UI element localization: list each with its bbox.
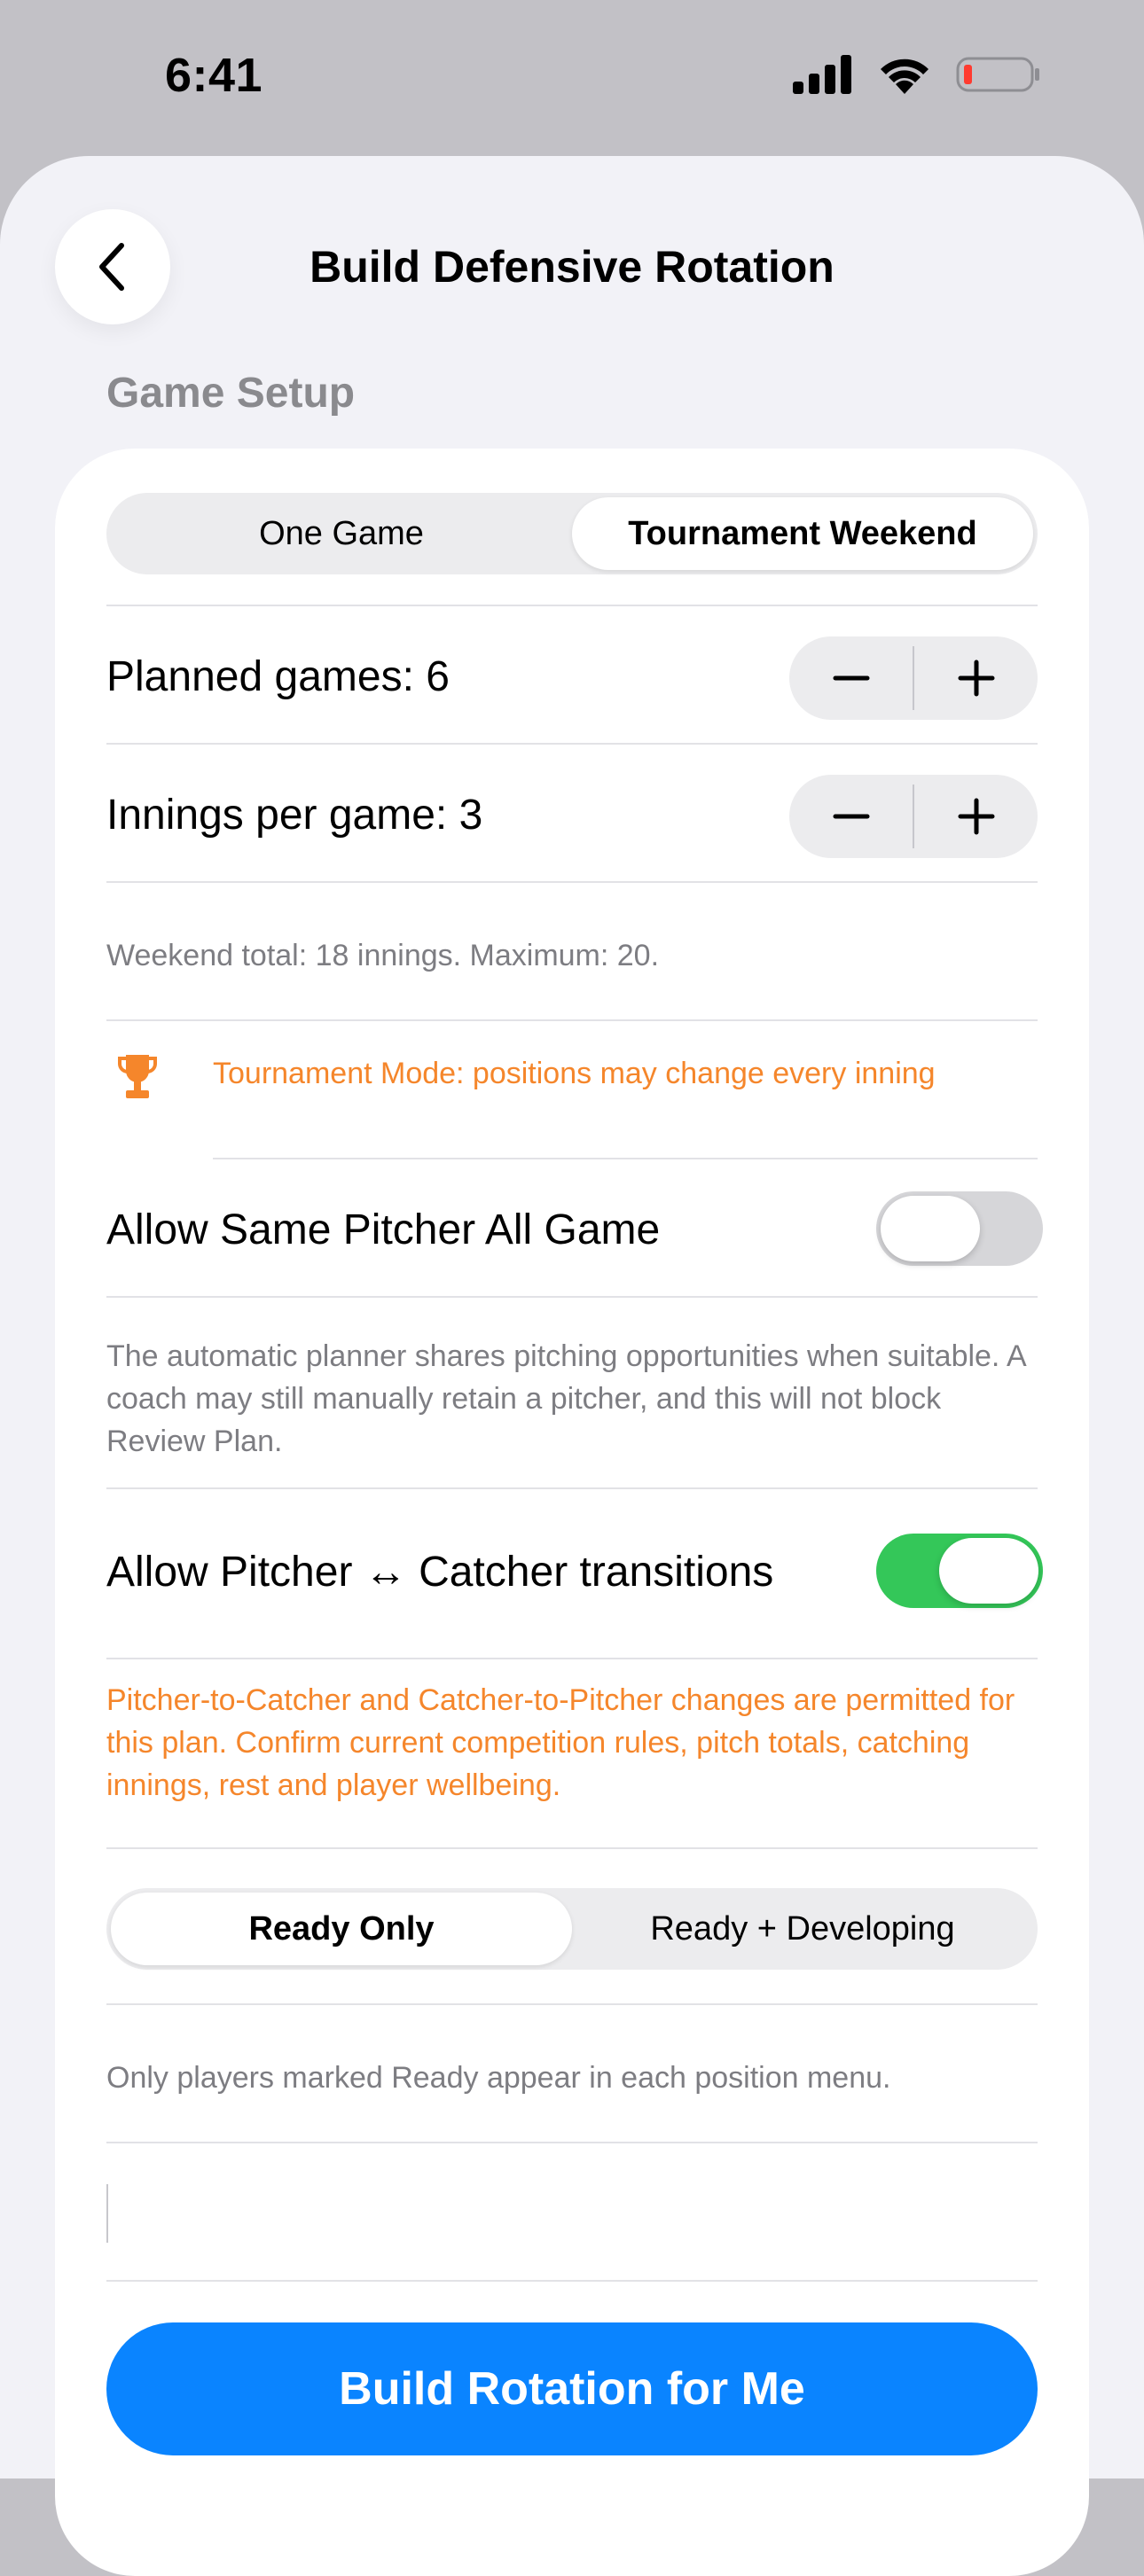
divider bbox=[106, 881, 1038, 883]
weekend-total-footnote: Weekend total: 18 innings. Maximum: 20. bbox=[106, 939, 660, 972]
divider bbox=[106, 605, 1038, 606]
pitcher-catcher-toggle[interactable] bbox=[876, 1534, 1043, 1608]
plus-icon bbox=[958, 660, 994, 697]
section-header-game-setup: Game Setup bbox=[106, 370, 356, 417]
divider bbox=[213, 1158, 1038, 1159]
planned-games-increment-button[interactable] bbox=[914, 636, 1038, 720]
divider bbox=[106, 1658, 1038, 1659]
toggle-knob bbox=[939, 1538, 1038, 1604]
innings-increment-button[interactable] bbox=[914, 775, 1038, 858]
plus-icon bbox=[958, 798, 994, 835]
status-bar: 6:41 bbox=[0, 0, 1144, 156]
battery-low-icon bbox=[956, 57, 1039, 92]
divider bbox=[106, 743, 1038, 745]
segment-ready-only[interactable]: Ready Only bbox=[111, 1893, 572, 1965]
build-rotation-button[interactable]: Build Rotation for Me bbox=[106, 2322, 1038, 2455]
planned-games-decrement-button[interactable] bbox=[789, 636, 913, 720]
trophy-icon bbox=[118, 1055, 157, 1098]
divider bbox=[106, 1296, 1038, 1298]
segment-one-game[interactable]: One Game bbox=[111, 497, 572, 570]
divider bbox=[106, 2003, 1038, 2005]
pitcher-catcher-footnote: Pitcher-to-Catcher and Catcher-to-Pitche… bbox=[106, 1683, 1015, 1802]
divider bbox=[106, 1019, 1038, 1021]
toggle-knob bbox=[881, 1196, 980, 1261]
segment-tournament-weekend[interactable]: Tournament Weekend bbox=[572, 497, 1033, 570]
same-pitcher-footnote: The automatic planner shares pitching op… bbox=[106, 1339, 1025, 1458]
same-pitcher-toggle[interactable] bbox=[876, 1191, 1043, 1266]
divider bbox=[106, 1847, 1038, 1849]
readiness-segmented-control[interactable]: Ready Only Ready + Developing bbox=[106, 1888, 1038, 1970]
status-icons bbox=[793, 55, 1041, 94]
segment-ready-developing[interactable]: Ready + Developing bbox=[572, 1893, 1033, 1965]
planned-games-stepper[interactable] bbox=[789, 636, 1038, 720]
cellular-signal-icon bbox=[793, 55, 851, 94]
page-title: Build Defensive Rotation bbox=[310, 242, 834, 292]
settings-card: One Game Tournament Weekend Planned game… bbox=[55, 449, 1089, 2576]
divider bbox=[106, 2142, 1038, 2143]
readiness-footnote: Only players marked Ready appear in each… bbox=[106, 2061, 891, 2095]
minus-icon bbox=[833, 675, 869, 681]
game-mode-segmented-control[interactable]: One Game Tournament Weekend bbox=[106, 493, 1038, 574]
divider bbox=[106, 1487, 1038, 1489]
status-time: 6:41 bbox=[165, 49, 263, 102]
divider bbox=[106, 2280, 1038, 2282]
innings-stepper[interactable] bbox=[789, 775, 1038, 858]
modal-sheet: Build Defensive Rotation Game Setup One … bbox=[0, 156, 1144, 2576]
notes-input-cursor[interactable] bbox=[106, 2184, 108, 2243]
tournament-mode-notice: Tournament Mode: positions may change ev… bbox=[213, 1057, 936, 1090]
wifi-icon bbox=[881, 59, 929, 94]
innings-decrement-button[interactable] bbox=[789, 775, 913, 858]
minus-icon bbox=[833, 814, 869, 819]
